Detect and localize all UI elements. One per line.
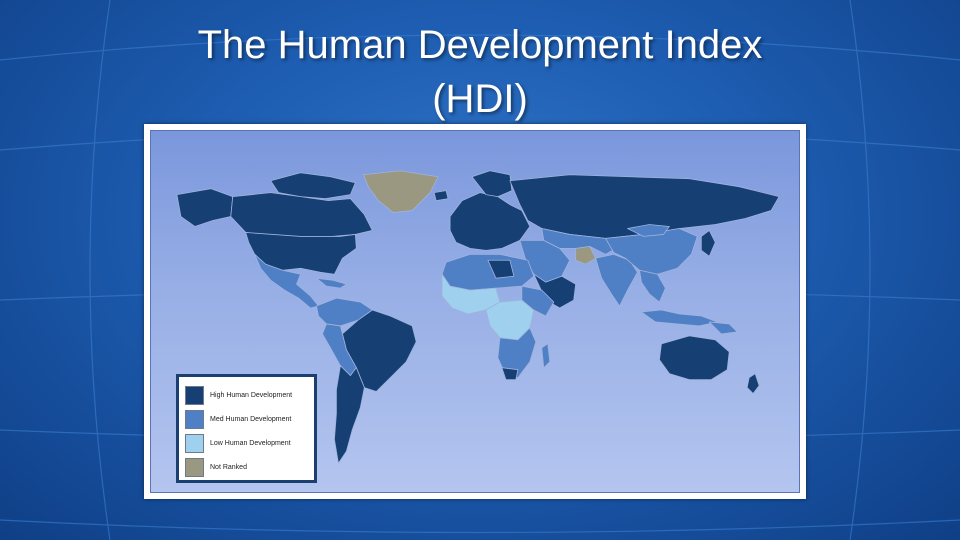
legend-swatch-not-ranked [185, 457, 204, 477]
slide-title-line1: The Human Development Index [197, 23, 763, 67]
region-caribbean [316, 277, 347, 289]
region-south-africa [501, 367, 519, 381]
region-europe [449, 192, 531, 251]
slide-title-line2: (HDI) [432, 77, 528, 121]
map-legend: High Human Development Med Human Develop… [176, 374, 317, 483]
region-scandinavia [471, 170, 513, 198]
region-canada [230, 192, 373, 237]
region-greenland [362, 170, 439, 213]
region-se-asia [639, 269, 666, 303]
region-papua [708, 321, 738, 335]
legend-item-not-ranked: Not Ranked [185, 455, 314, 479]
legend-swatch-medium [185, 409, 204, 429]
region-indonesia [641, 309, 718, 327]
region-north-africa [441, 253, 535, 291]
legend-label-not-ranked: Not Ranked [210, 463, 247, 471]
region-madagascar [541, 343, 551, 369]
legend-swatch-high [185, 385, 204, 405]
region-australia [659, 335, 730, 381]
region-not-ranked-asia [575, 245, 597, 265]
region-japan [700, 230, 716, 257]
legend-item-high: High Human Development [185, 383, 314, 407]
region-new-zealand [746, 373, 760, 394]
region-southern-cone [334, 365, 365, 464]
legend-item-low: Low Human Development [185, 431, 314, 455]
region-alaska [176, 188, 234, 227]
legend-swatch-low [185, 433, 204, 453]
legend-label-low: Low Human Development [210, 439, 291, 447]
legend-label-high: High Human Development [210, 391, 293, 399]
legend-item-medium: Med Human Development [185, 407, 314, 431]
slide-title: The Human Development Index (HDI) [0, 18, 960, 126]
region-iceland [433, 190, 449, 202]
legend-label-medium: Med Human Development [210, 415, 292, 423]
